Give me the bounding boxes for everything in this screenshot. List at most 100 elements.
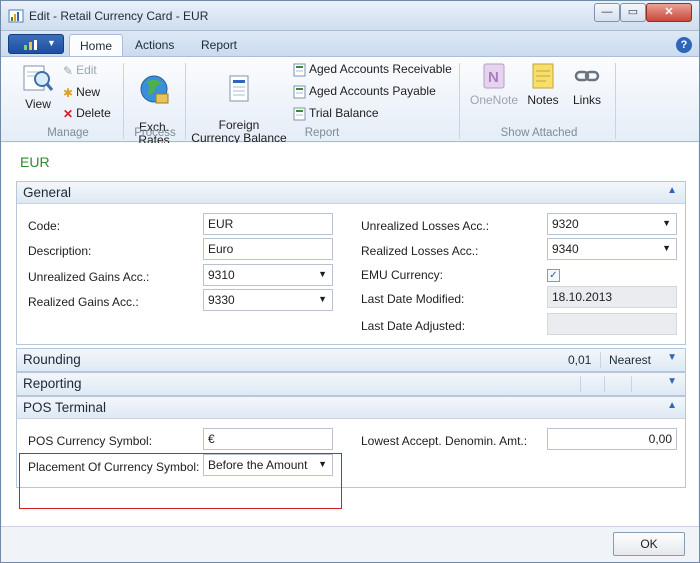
emu-currency-checkbox[interactable]: ✓ — [547, 269, 560, 282]
application-menu-button[interactable]: ▼ — [8, 34, 64, 54]
fasttab-pos-terminal-header[interactable]: POS Terminal ▲ — [17, 397, 685, 419]
report-icon — [293, 107, 306, 121]
foreign-currency-balance-label: Foreign Currency Balance — [191, 118, 287, 145]
dropdown-arrow-icon[interactable]: ▼ — [662, 218, 671, 228]
new-label: New — [76, 85, 101, 99]
delete-button[interactable]: ✕ Delete — [63, 106, 111, 121]
group-separator — [185, 63, 186, 139]
onenote-icon: N — [483, 63, 505, 89]
code-field[interactable]: EUR — [203, 213, 333, 235]
process-group-label: Process — [134, 127, 176, 139]
retail-currency-card-window: Edit - Retail Currency Card - EUR — ▭ ✕ … — [0, 0, 700, 563]
emu-currency-label: EMU Currency: — [361, 268, 444, 282]
links-button[interactable]: Links — [567, 61, 607, 107]
foreign-currency-balance-button[interactable]: Foreign Currency Balance — [191, 61, 287, 145]
realized-gains-label: Realized Gains Acc.: — [28, 295, 139, 309]
header-separator — [600, 352, 601, 368]
minimize-button[interactable]: — — [594, 3, 620, 22]
last-date-adjusted-label: Last Date Adjusted: — [361, 319, 466, 333]
trial-balance-label: Trial Balance — [309, 106, 379, 120]
new-star-icon: ✱ — [63, 85, 74, 100]
onenote-label: OneNote — [469, 93, 519, 107]
card-content: EUR General ▲ Code: EUR Description: Eur… — [2, 143, 698, 526]
lowest-denomin-field[interactable]: 0,00 — [547, 428, 677, 450]
svg-text:N: N — [488, 69, 499, 86]
fasttab-general: General ▲ Code: EUR Description: Euro Un… — [16, 181, 686, 345]
chevron-down-icon[interactable]: ▼ — [667, 376, 677, 387]
edit-label: Edit — [76, 63, 97, 77]
pos-currency-symbol-field[interactable]: € — [203, 428, 333, 450]
last-date-adjusted-field — [547, 313, 677, 335]
description-field[interactable]: Euro — [203, 238, 333, 260]
onenote-button[interactable]: N OneNote — [467, 61, 521, 107]
ribbon-tab-strip: ▼ Home Actions Report ? — [1, 31, 699, 56]
highlight-annotation-box — [19, 453, 342, 509]
dropdown-arrow-icon[interactable]: ▼ — [662, 243, 671, 253]
fasttab-reporting-header[interactable]: Reporting ▼ — [17, 373, 685, 395]
report-document-icon — [229, 75, 249, 102]
title-bar: Edit - Retail Currency Card - EUR — ▭ ✕ — [1, 1, 699, 31]
header-separator — [604, 376, 605, 392]
chevron-up-icon[interactable]: ▲ — [667, 185, 677, 196]
unrealized-losses-label: Unrealized Losses Acc.: — [361, 219, 490, 233]
ok-button[interactable]: OK — [613, 532, 685, 556]
fasttab-reporting: Reporting ▼ — [16, 372, 686, 396]
realized-gains-field[interactable]: 9330 ▼ — [203, 289, 333, 311]
code-value: EUR — [208, 217, 234, 231]
sticky-note-icon — [532, 63, 554, 89]
dropdown-arrow-icon[interactable]: ▼ — [318, 294, 327, 304]
trial-balance-button[interactable]: Trial Balance — [293, 106, 379, 121]
card-title: EUR — [20, 154, 50, 170]
unrealized-gains-field[interactable]: 9310 ▼ — [203, 264, 333, 286]
group-separator — [615, 63, 616, 139]
chevron-down-icon[interactable]: ▼ — [667, 352, 677, 363]
unrealized-gains-value: 9310 — [208, 268, 235, 282]
fasttab-rounding-title: Rounding — [23, 352, 81, 367]
chevron-down-icon: ▼ — [47, 38, 56, 48]
code-label: Code: — [28, 219, 61, 233]
realized-losses-label: Realized Losses Acc.: — [361, 244, 479, 258]
close-button[interactable]: ✕ — [646, 3, 692, 22]
window-title: Edit - Retail Currency Card - EUR — [29, 9, 209, 23]
magnifier-icon — [23, 65, 54, 91]
edit-button[interactable]: ✎ Edit — [63, 63, 97, 78]
unrealized-losses-field[interactable]: 9320 ▼ — [547, 213, 677, 235]
maximize-button[interactable]: ▭ — [620, 3, 646, 22]
tab-report[interactable]: Report — [191, 34, 247, 56]
delete-label: Delete — [76, 106, 111, 120]
new-button[interactable]: ✱ New — [63, 85, 100, 100]
fasttab-general-title: General — [23, 185, 72, 200]
chevron-up-icon[interactable]: ▲ — [667, 400, 677, 411]
aged-accounts-receivable-label: Aged Accounts Receivable — [309, 62, 452, 76]
globe-icon — [140, 75, 169, 104]
chart-bars-icon — [24, 40, 37, 50]
manage-group-label: Manage — [47, 127, 89, 139]
last-date-modified-label: Last Date Modified: — [361, 292, 465, 306]
rounding-type-value: Nearest — [609, 353, 652, 367]
unrealized-gains-label: Unrealized Gains Acc.: — [28, 270, 150, 284]
lowest-denomin-label: Lowest Accept. Denomin. Amt.: — [361, 434, 528, 448]
fasttab-rounding-header[interactable]: Rounding 0,01 Nearest ▼ — [17, 349, 685, 371]
view-label: View — [25, 97, 51, 111]
fasttab-reporting-title: Reporting — [23, 376, 82, 391]
help-icon[interactable]: ? — [676, 37, 692, 53]
aged-accounts-payable-button[interactable]: Aged Accounts Payable — [293, 84, 436, 99]
tab-actions[interactable]: Actions — [125, 34, 184, 56]
dropdown-arrow-icon[interactable]: ▼ — [318, 269, 327, 279]
aged-accounts-receivable-button[interactable]: Aged Accounts Receivable — [293, 62, 452, 77]
checkmark-icon: ✓ — [549, 270, 558, 281]
notes-button[interactable]: Notes — [523, 61, 563, 107]
pencil-icon: ✎ — [63, 63, 74, 78]
tab-home[interactable]: Home — [69, 34, 124, 56]
unrealized-losses-value: 9320 — [552, 217, 579, 231]
header-separator — [580, 376, 581, 392]
view-button[interactable]: View — [19, 63, 57, 111]
report-icon — [293, 85, 306, 99]
rounding-precision-value: 0,01 — [568, 353, 592, 367]
fasttab-pos-terminal-title: POS Terminal — [23, 400, 107, 415]
report-icon — [293, 63, 306, 77]
show-attached-group-label: Show Attached — [500, 127, 578, 139]
realized-losses-field[interactable]: 9340 ▼ — [547, 238, 677, 260]
last-date-modified-field: 18.10.2013 — [547, 286, 677, 308]
fasttab-general-header[interactable]: General ▲ — [17, 182, 685, 204]
